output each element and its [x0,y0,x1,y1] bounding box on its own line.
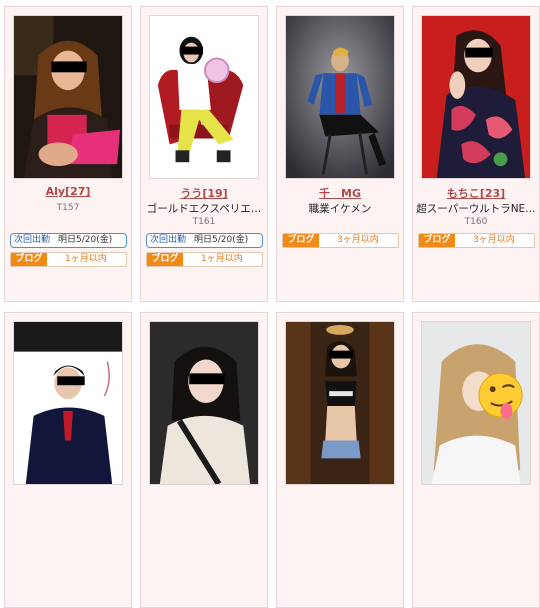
blog-updated: 3ヶ月以内 [473,235,515,245]
cast-name-link[interactable]: 千 MG [277,185,403,201]
cast-card-uu[interactable]: うう[19] ゴールドエクスペリエ… T161 次回出勤 明日5/20(金) ブロ… [140,6,268,302]
cast-photo[interactable] [149,15,259,179]
cast-card-aly[interactable]: Aly[27] T157 次回出勤 明日5/20(金) ブログ 1ヶ月以内 [4,6,132,302]
cast-height: T160 [464,217,488,227]
blog-button[interactable]: ブログ 3ヶ月以内 [282,233,399,248]
blog-button[interactable]: ブログ 1ヶ月以内 [146,252,263,267]
cast-photo[interactable] [149,321,259,485]
blog-button[interactable]: ブログ 3ヶ月以内 [418,233,535,248]
cast-name-link[interactable]: うう[19] [141,185,267,201]
blog-button[interactable]: ブログ 1ヶ月以内 [10,252,127,267]
cast-card[interactable] [412,312,540,608]
cast-name-link[interactable]: Aly[27] [5,185,131,198]
next-shift-label: 次回出勤 [14,235,51,245]
next-shift-value: 明日5/20(金) [58,235,113,245]
blog-tag: ブログ [147,253,183,266]
blog-updated: 1ヶ月以内 [201,254,243,264]
next-shift-value: 明日5/20(金) [194,235,249,245]
cast-card[interactable] [140,312,268,608]
blog-tag: ブログ [11,253,47,266]
cast-photo[interactable] [13,321,123,485]
cast-photo[interactable] [285,321,395,485]
cast-card-mochiko[interactable]: もちこ[23] 超スーパーウルトラNE… T160 ブログ 3ヶ月以内 [412,6,540,302]
cast-card-sen-mg[interactable]: 千 MG 職業イケメン ブログ 3ヶ月以内 [276,6,404,302]
cast-height: T157 [56,203,80,213]
next-shift-badge: 次回出勤 明日5/20(金) [10,233,127,248]
cast-height: T161 [192,217,216,227]
cast-card[interactable] [276,312,404,608]
blog-tag: ブログ [419,234,455,247]
blog-updated: 3ヶ月以内 [337,235,379,245]
cast-photo[interactable] [421,15,531,179]
cast-name-link[interactable]: もちこ[23] [413,185,539,201]
cast-photo[interactable] [285,15,395,179]
cast-catchphrase: 職業イケメン [308,203,372,215]
cast-photo[interactable] [13,15,123,179]
cast-photo[interactable] [421,321,531,485]
blog-tag: ブログ [283,234,319,247]
cast-catchphrase: 超スーパーウルトラNE… [416,203,536,215]
blog-updated: 1ヶ月以内 [65,254,107,264]
cast-catchphrase: ゴールドエクスペリエ… [146,203,262,215]
next-shift-label: 次回出勤 [150,235,187,245]
next-shift-badge: 次回出勤 明日5/20(金) [146,233,263,248]
cast-card[interactable] [4,312,132,608]
